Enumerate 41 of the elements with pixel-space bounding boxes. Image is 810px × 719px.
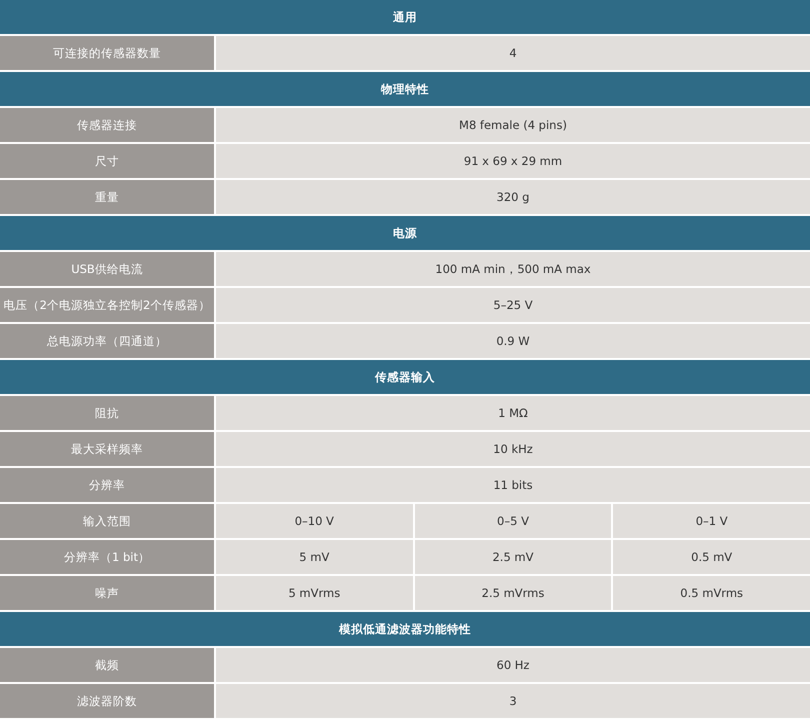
spec-label: 滤波器阶数	[0, 684, 214, 718]
spec-value: 11 bits	[216, 468, 810, 502]
section-header: 通用	[0, 0, 810, 34]
spec-value: 2.5 mV	[414, 540, 612, 574]
spec-label: 截频	[0, 648, 214, 682]
spec-value: 5–25 V	[216, 288, 810, 322]
spec-label: 输入范围	[0, 504, 214, 538]
spec-label: 传感器连接	[0, 108, 214, 142]
spec-label: 分辨率	[0, 468, 214, 502]
spec-value: 3	[216, 684, 810, 718]
spec-value: 2.5 mVrms	[414, 576, 612, 610]
spec-value: 0.5 mVrms	[613, 576, 810, 610]
spec-value: 5 mVrms	[216, 576, 413, 610]
spec-label: 噪声	[0, 576, 214, 610]
spec-value: 320 g	[216, 180, 810, 214]
spec-value: 0–5 V	[414, 504, 612, 538]
section-header: 传感器输入	[0, 360, 810, 394]
spec-value: 60 Hz	[216, 648, 810, 682]
spec-label: 总电源功率（四通道）	[0, 324, 214, 358]
spec-value: 1 MΩ	[216, 396, 810, 430]
spec-label: 尺寸	[0, 144, 214, 178]
spec-label: 分辨率（1 bit）	[0, 540, 214, 574]
spec-label: 可连接的传感器数量	[0, 36, 214, 70]
section-header: 电源	[0, 216, 810, 250]
spec-value: M8 female (4 pins)	[216, 108, 810, 142]
spec-value: 91 x 69 x 29 mm	[216, 144, 810, 178]
spec-label: USB供给电流	[0, 252, 214, 286]
section-header: 模拟低通滤波器功能特性	[0, 612, 810, 646]
spec-label: 重量	[0, 180, 214, 214]
spec-label: 最大采样频率	[0, 432, 214, 466]
spec-label: 电压（2个电源独立各控制2个传感器）	[0, 288, 214, 322]
spec-value: 0–10 V	[216, 504, 413, 538]
spec-label: 阻抗	[0, 396, 214, 430]
spec-value: 0–1 V	[613, 504, 810, 538]
spec-value: 100 mA min，500 mA max	[216, 252, 810, 286]
spec-value: 10 kHz	[216, 432, 810, 466]
section-header: 物理特性	[0, 72, 810, 106]
spec-value: 4	[216, 36, 810, 70]
spec-value: 5 mV	[216, 540, 413, 574]
spec-value: 0.9 W	[216, 324, 810, 358]
spec-value: 0.5 mV	[613, 540, 810, 574]
